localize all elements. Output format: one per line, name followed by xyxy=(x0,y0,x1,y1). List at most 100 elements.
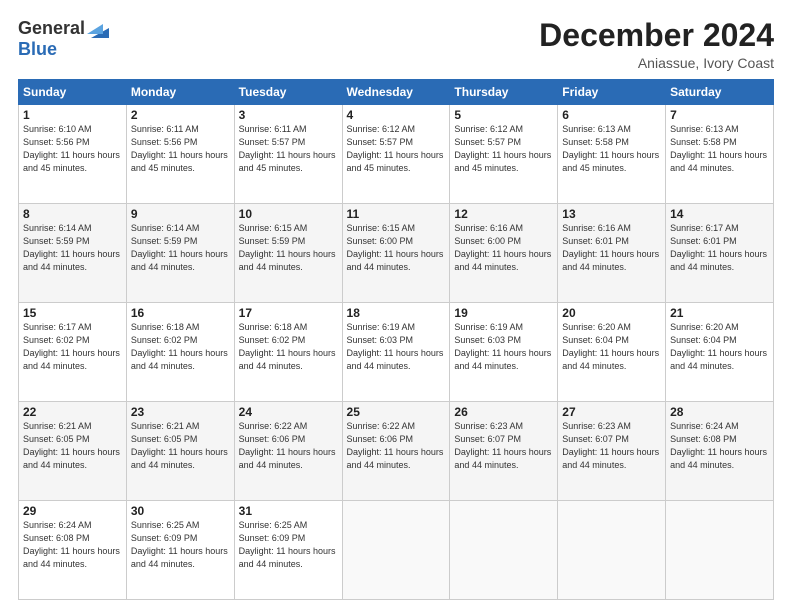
day-number: 27 xyxy=(562,405,661,419)
day-info: Sunrise: 6:20 AMSunset: 6:04 PMDaylight:… xyxy=(562,321,661,373)
day-info: Sunrise: 6:22 AMSunset: 6:06 PMDaylight:… xyxy=(239,420,338,472)
weekday-header-thursday: Thursday xyxy=(450,80,558,105)
calendar-cell: 7 Sunrise: 6:13 AMSunset: 5:58 PMDayligh… xyxy=(666,105,774,204)
day-info: Sunrise: 6:20 AMSunset: 6:04 PMDaylight:… xyxy=(670,321,769,373)
calendar-body: 1 Sunrise: 6:10 AMSunset: 5:56 PMDayligh… xyxy=(19,105,774,600)
location: Aniassue, Ivory Coast xyxy=(539,55,774,71)
logo: General Blue xyxy=(18,18,109,60)
day-number: 15 xyxy=(23,306,122,320)
day-info: Sunrise: 6:21 AMSunset: 6:05 PMDaylight:… xyxy=(23,420,122,472)
day-info: Sunrise: 6:22 AMSunset: 6:06 PMDaylight:… xyxy=(347,420,446,472)
calendar-cell: 13 Sunrise: 6:16 AMSunset: 6:01 PMDaylig… xyxy=(558,204,666,303)
calendar-cell: 24 Sunrise: 6:22 AMSunset: 6:06 PMDaylig… xyxy=(234,402,342,501)
calendar-cell: 9 Sunrise: 6:14 AMSunset: 5:59 PMDayligh… xyxy=(126,204,234,303)
calendar-week-row: 8 Sunrise: 6:14 AMSunset: 5:59 PMDayligh… xyxy=(19,204,774,303)
calendar-cell: 1 Sunrise: 6:10 AMSunset: 5:56 PMDayligh… xyxy=(19,105,127,204)
day-info: Sunrise: 6:16 AMSunset: 6:01 PMDaylight:… xyxy=(562,222,661,274)
day-info: Sunrise: 6:14 AMSunset: 5:59 PMDaylight:… xyxy=(23,222,122,274)
day-number: 19 xyxy=(454,306,553,320)
calendar-week-row: 22 Sunrise: 6:21 AMSunset: 6:05 PMDaylig… xyxy=(19,402,774,501)
calendar-cell: 2 Sunrise: 6:11 AMSunset: 5:56 PMDayligh… xyxy=(126,105,234,204)
day-number: 23 xyxy=(131,405,230,419)
calendar-cell xyxy=(666,501,774,600)
day-info: Sunrise: 6:17 AMSunset: 6:02 PMDaylight:… xyxy=(23,321,122,373)
calendar-cell: 18 Sunrise: 6:19 AMSunset: 6:03 PMDaylig… xyxy=(342,303,450,402)
day-info: Sunrise: 6:15 AMSunset: 5:59 PMDaylight:… xyxy=(239,222,338,274)
day-number: 2 xyxy=(131,108,230,122)
day-number: 25 xyxy=(347,405,446,419)
day-info: Sunrise: 6:25 AMSunset: 6:09 PMDaylight:… xyxy=(239,519,338,571)
calendar-cell: 14 Sunrise: 6:17 AMSunset: 6:01 PMDaylig… xyxy=(666,204,774,303)
day-info: Sunrise: 6:21 AMSunset: 6:05 PMDaylight:… xyxy=(131,420,230,472)
day-number: 8 xyxy=(23,207,122,221)
month-title: December 2024 xyxy=(539,18,774,53)
title-area: December 2024 Aniassue, Ivory Coast xyxy=(539,18,774,71)
calendar-cell: 26 Sunrise: 6:23 AMSunset: 6:07 PMDaylig… xyxy=(450,402,558,501)
day-info: Sunrise: 6:19 AMSunset: 6:03 PMDaylight:… xyxy=(454,321,553,373)
logo-icon xyxy=(87,20,109,38)
day-info: Sunrise: 6:12 AMSunset: 5:57 PMDaylight:… xyxy=(454,123,553,175)
day-number: 13 xyxy=(562,207,661,221)
day-number: 9 xyxy=(131,207,230,221)
day-info: Sunrise: 6:13 AMSunset: 5:58 PMDaylight:… xyxy=(562,123,661,175)
day-info: Sunrise: 6:11 AMSunset: 5:57 PMDaylight:… xyxy=(239,123,338,175)
day-info: Sunrise: 6:15 AMSunset: 6:00 PMDaylight:… xyxy=(347,222,446,274)
calendar-cell xyxy=(342,501,450,600)
calendar-cell: 21 Sunrise: 6:20 AMSunset: 6:04 PMDaylig… xyxy=(666,303,774,402)
calendar-cell: 30 Sunrise: 6:25 AMSunset: 6:09 PMDaylig… xyxy=(126,501,234,600)
day-number: 4 xyxy=(347,108,446,122)
day-number: 28 xyxy=(670,405,769,419)
logo-blue-text: Blue xyxy=(18,39,57,60)
calendar-cell: 17 Sunrise: 6:18 AMSunset: 6:02 PMDaylig… xyxy=(234,303,342,402)
day-info: Sunrise: 6:13 AMSunset: 5:58 PMDaylight:… xyxy=(670,123,769,175)
day-number: 7 xyxy=(670,108,769,122)
calendar-week-row: 1 Sunrise: 6:10 AMSunset: 5:56 PMDayligh… xyxy=(19,105,774,204)
calendar-cell xyxy=(558,501,666,600)
calendar-cell: 31 Sunrise: 6:25 AMSunset: 6:09 PMDaylig… xyxy=(234,501,342,600)
day-number: 5 xyxy=(454,108,553,122)
day-number: 11 xyxy=(347,207,446,221)
day-info: Sunrise: 6:18 AMSunset: 6:02 PMDaylight:… xyxy=(239,321,338,373)
calendar-cell: 16 Sunrise: 6:18 AMSunset: 6:02 PMDaylig… xyxy=(126,303,234,402)
day-info: Sunrise: 6:24 AMSunset: 6:08 PMDaylight:… xyxy=(23,519,122,571)
day-number: 31 xyxy=(239,504,338,518)
calendar-cell: 5 Sunrise: 6:12 AMSunset: 5:57 PMDayligh… xyxy=(450,105,558,204)
day-number: 16 xyxy=(131,306,230,320)
day-number: 22 xyxy=(23,405,122,419)
calendar-cell: 25 Sunrise: 6:22 AMSunset: 6:06 PMDaylig… xyxy=(342,402,450,501)
day-number: 17 xyxy=(239,306,338,320)
day-number: 18 xyxy=(347,306,446,320)
calendar-week-row: 29 Sunrise: 6:24 AMSunset: 6:08 PMDaylig… xyxy=(19,501,774,600)
day-number: 1 xyxy=(23,108,122,122)
weekday-header-saturday: Saturday xyxy=(666,80,774,105)
day-info: Sunrise: 6:14 AMSunset: 5:59 PMDaylight:… xyxy=(131,222,230,274)
calendar-cell: 19 Sunrise: 6:19 AMSunset: 6:03 PMDaylig… xyxy=(450,303,558,402)
day-number: 10 xyxy=(239,207,338,221)
day-info: Sunrise: 6:25 AMSunset: 6:09 PMDaylight:… xyxy=(131,519,230,571)
weekday-header-monday: Monday xyxy=(126,80,234,105)
day-number: 3 xyxy=(239,108,338,122)
day-info: Sunrise: 6:23 AMSunset: 6:07 PMDaylight:… xyxy=(562,420,661,472)
calendar-cell: 3 Sunrise: 6:11 AMSunset: 5:57 PMDayligh… xyxy=(234,105,342,204)
calendar-cell: 29 Sunrise: 6:24 AMSunset: 6:08 PMDaylig… xyxy=(19,501,127,600)
day-number: 14 xyxy=(670,207,769,221)
calendar-cell: 10 Sunrise: 6:15 AMSunset: 5:59 PMDaylig… xyxy=(234,204,342,303)
day-info: Sunrise: 6:23 AMSunset: 6:07 PMDaylight:… xyxy=(454,420,553,472)
calendar-cell: 15 Sunrise: 6:17 AMSunset: 6:02 PMDaylig… xyxy=(19,303,127,402)
calendar-cell: 28 Sunrise: 6:24 AMSunset: 6:08 PMDaylig… xyxy=(666,402,774,501)
page: General Blue December 2024 Aniassue, Ivo… xyxy=(0,0,792,612)
day-number: 30 xyxy=(131,504,230,518)
calendar-table: SundayMondayTuesdayWednesdayThursdayFrid… xyxy=(18,79,774,600)
calendar-cell: 27 Sunrise: 6:23 AMSunset: 6:07 PMDaylig… xyxy=(558,402,666,501)
day-number: 29 xyxy=(23,504,122,518)
day-number: 26 xyxy=(454,405,553,419)
calendar-header-row: SundayMondayTuesdayWednesdayThursdayFrid… xyxy=(19,80,774,105)
day-number: 24 xyxy=(239,405,338,419)
day-info: Sunrise: 6:19 AMSunset: 6:03 PMDaylight:… xyxy=(347,321,446,373)
calendar-cell: 20 Sunrise: 6:20 AMSunset: 6:04 PMDaylig… xyxy=(558,303,666,402)
calendar-cell: 23 Sunrise: 6:21 AMSunset: 6:05 PMDaylig… xyxy=(126,402,234,501)
day-number: 20 xyxy=(562,306,661,320)
calendar-week-row: 15 Sunrise: 6:17 AMSunset: 6:02 PMDaylig… xyxy=(19,303,774,402)
logo-general-text: General xyxy=(18,18,85,39)
day-number: 6 xyxy=(562,108,661,122)
